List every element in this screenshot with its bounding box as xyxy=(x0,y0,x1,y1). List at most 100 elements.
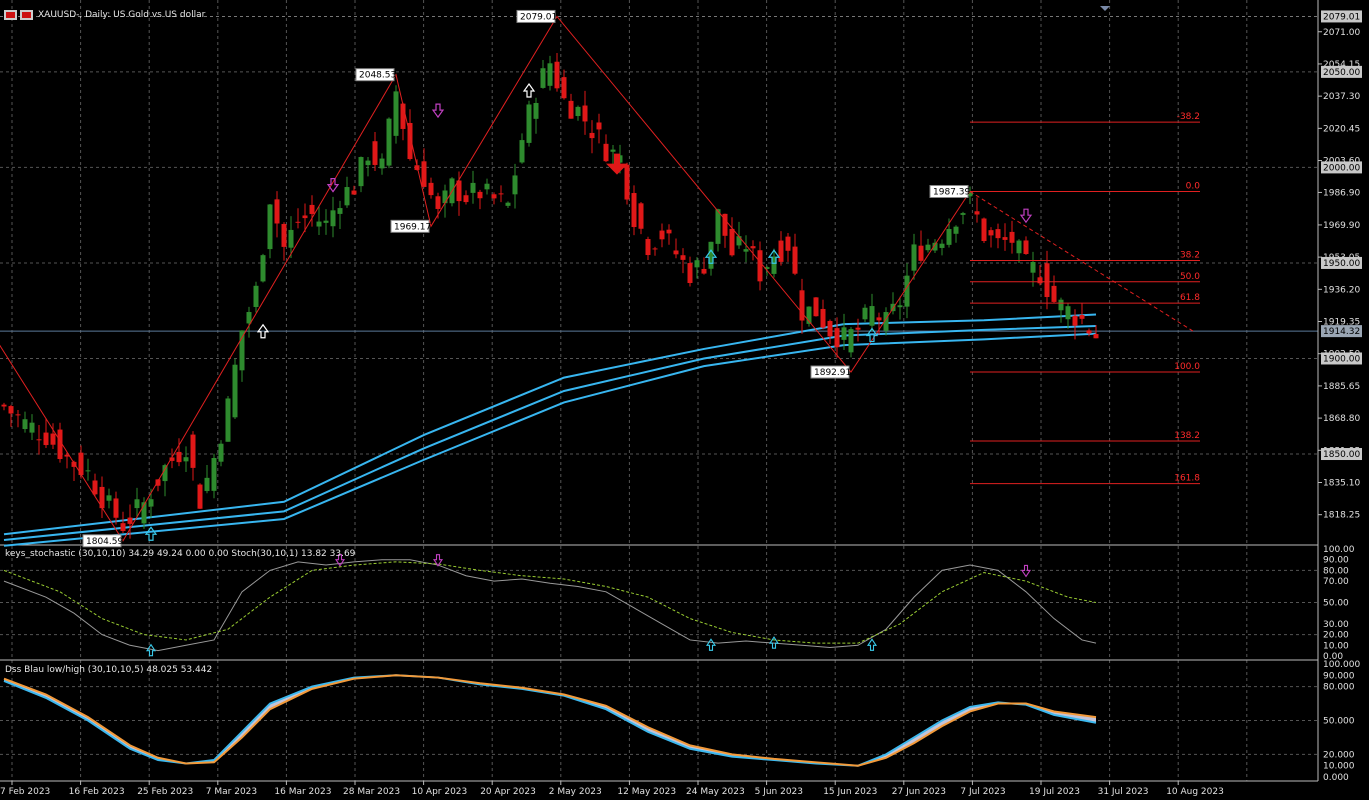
price-tick-label: 2071.00 xyxy=(1323,28,1360,38)
candle-body xyxy=(190,434,196,468)
candle-body xyxy=(302,215,308,219)
candle-body xyxy=(925,244,931,251)
candle-body xyxy=(799,290,805,321)
chart-canvas[interactable]: -38.2 0.0 38.2 50.0 61.8 100.0 138.2 161.8 2079… xyxy=(0,0,1369,800)
time-tick-label: 25 Feb 2023 xyxy=(137,787,193,797)
time-tick-label: 20 Apr 2023 xyxy=(480,787,536,797)
dss-title: Dss Blau low/high (30,10,10,5) 48.025 53… xyxy=(5,665,213,675)
time-tick-label: 7 Feb 2023 xyxy=(0,787,50,797)
candle-body xyxy=(1072,315,1078,326)
swing-label: 1969.17 xyxy=(390,219,431,233)
candle-body xyxy=(729,228,735,256)
candle-body xyxy=(386,118,392,166)
price-tick-label: 2020.45 xyxy=(1323,124,1360,134)
indicator-tick-label: 50.00 xyxy=(1323,599,1349,609)
candle-body xyxy=(211,457,217,491)
indicator-tick-label: 90.00 xyxy=(1323,556,1349,566)
time-tick-label: 7 Jul 2023 xyxy=(960,787,1005,797)
candle-body xyxy=(1093,334,1099,339)
candle-body xyxy=(659,230,665,240)
time-tick-label: 19 Jul 2023 xyxy=(1029,787,1080,797)
indicator-tick-label: 50.000 xyxy=(1323,717,1355,727)
time-tick-label: 5 Jun 2023 xyxy=(755,787,803,797)
swing-label: 2079.01 xyxy=(516,9,557,23)
indicator-tick-label: 80.000 xyxy=(1323,683,1355,693)
candle-body xyxy=(918,245,924,261)
price-badge-label: 2079.01 xyxy=(1323,12,1360,22)
candle-body xyxy=(36,439,42,441)
candle-body xyxy=(358,157,364,187)
candle-body xyxy=(988,230,994,236)
candle-body xyxy=(274,199,280,224)
candle-body xyxy=(778,240,784,262)
candle-body xyxy=(869,306,875,326)
candle-body xyxy=(498,193,504,195)
candle-body xyxy=(1023,240,1029,255)
candle-body xyxy=(309,204,315,214)
candle-body xyxy=(456,180,462,202)
candle-body xyxy=(687,263,693,284)
time-tick-label: 31 Jul 2023 xyxy=(1098,787,1149,797)
fib-label: 38.2 xyxy=(1180,250,1200,260)
price-tick-label: 1818.25 xyxy=(1323,511,1360,521)
candle-body xyxy=(631,193,637,228)
candle-body xyxy=(204,477,210,492)
candle-body xyxy=(582,105,588,122)
indicator-tick-label: 100.000 xyxy=(1323,660,1360,670)
swing-label: 1892.91 xyxy=(810,365,851,379)
time-tick-label: 10 Aug 2023 xyxy=(1166,787,1224,797)
time-tick-label: 16 Mar 2023 xyxy=(274,787,331,797)
price-badge-label: 1914.32 xyxy=(1323,327,1360,337)
time-tick-label: 15 Jun 2023 xyxy=(823,787,877,797)
candle-body xyxy=(946,229,952,245)
candle-body xyxy=(344,187,350,206)
swing-label: 2048.53 xyxy=(355,68,396,82)
candle-body xyxy=(974,211,980,215)
candle-body xyxy=(1030,261,1036,273)
price-tick-label: 1969.90 xyxy=(1323,221,1360,231)
candle-body xyxy=(120,523,126,532)
candle-body xyxy=(113,498,119,518)
indicator-tick-label: 30.00 xyxy=(1323,620,1349,630)
swing-label-text: 1804.59 xyxy=(86,537,123,547)
price-badge-label: 1850.00 xyxy=(1323,450,1360,460)
price-tick-label: 1936.20 xyxy=(1323,285,1360,295)
candle-body xyxy=(8,406,14,414)
candle-body xyxy=(183,457,189,462)
time-tick-label: 10 Apr 2023 xyxy=(412,787,468,797)
main-chart-title: XAUUSD-, Daily: US Gold vs US dollar xyxy=(38,10,206,20)
candle-body xyxy=(1058,299,1064,311)
price-tick-label: 1868.80 xyxy=(1323,414,1360,424)
candle-body xyxy=(323,220,329,223)
candle-body xyxy=(736,236,742,246)
candle-body xyxy=(176,451,182,463)
candle-body xyxy=(1002,237,1008,240)
candle-body xyxy=(316,221,322,227)
candle-body xyxy=(393,91,399,136)
candle-body xyxy=(526,104,532,143)
candle-body xyxy=(540,68,546,88)
candle-body xyxy=(589,132,595,139)
indicator-tick-label: 20.000 xyxy=(1323,750,1355,760)
candle-body xyxy=(981,218,987,242)
swing-label-text: 1892.91 xyxy=(814,368,851,378)
candle-body xyxy=(596,122,602,130)
candle-body xyxy=(743,249,749,252)
candle-body xyxy=(351,190,357,195)
candle-body xyxy=(638,203,644,229)
candle-body xyxy=(701,268,707,274)
candle-body xyxy=(1009,231,1015,243)
candle-body xyxy=(785,236,791,251)
indicator-tick-label: 90.000 xyxy=(1323,671,1355,681)
candle-body xyxy=(29,422,35,433)
candle-body xyxy=(470,182,476,193)
candle-body xyxy=(757,250,763,282)
candle-body xyxy=(463,195,469,203)
candle-body xyxy=(1079,315,1085,319)
fib-label: 100.0 xyxy=(1174,362,1200,372)
indicator-tick-label: 0.000 xyxy=(1323,773,1349,783)
candle-body xyxy=(232,364,238,418)
fib-label: 61.8 xyxy=(1180,293,1200,303)
candle-body xyxy=(512,175,518,195)
candle-body xyxy=(22,419,28,430)
